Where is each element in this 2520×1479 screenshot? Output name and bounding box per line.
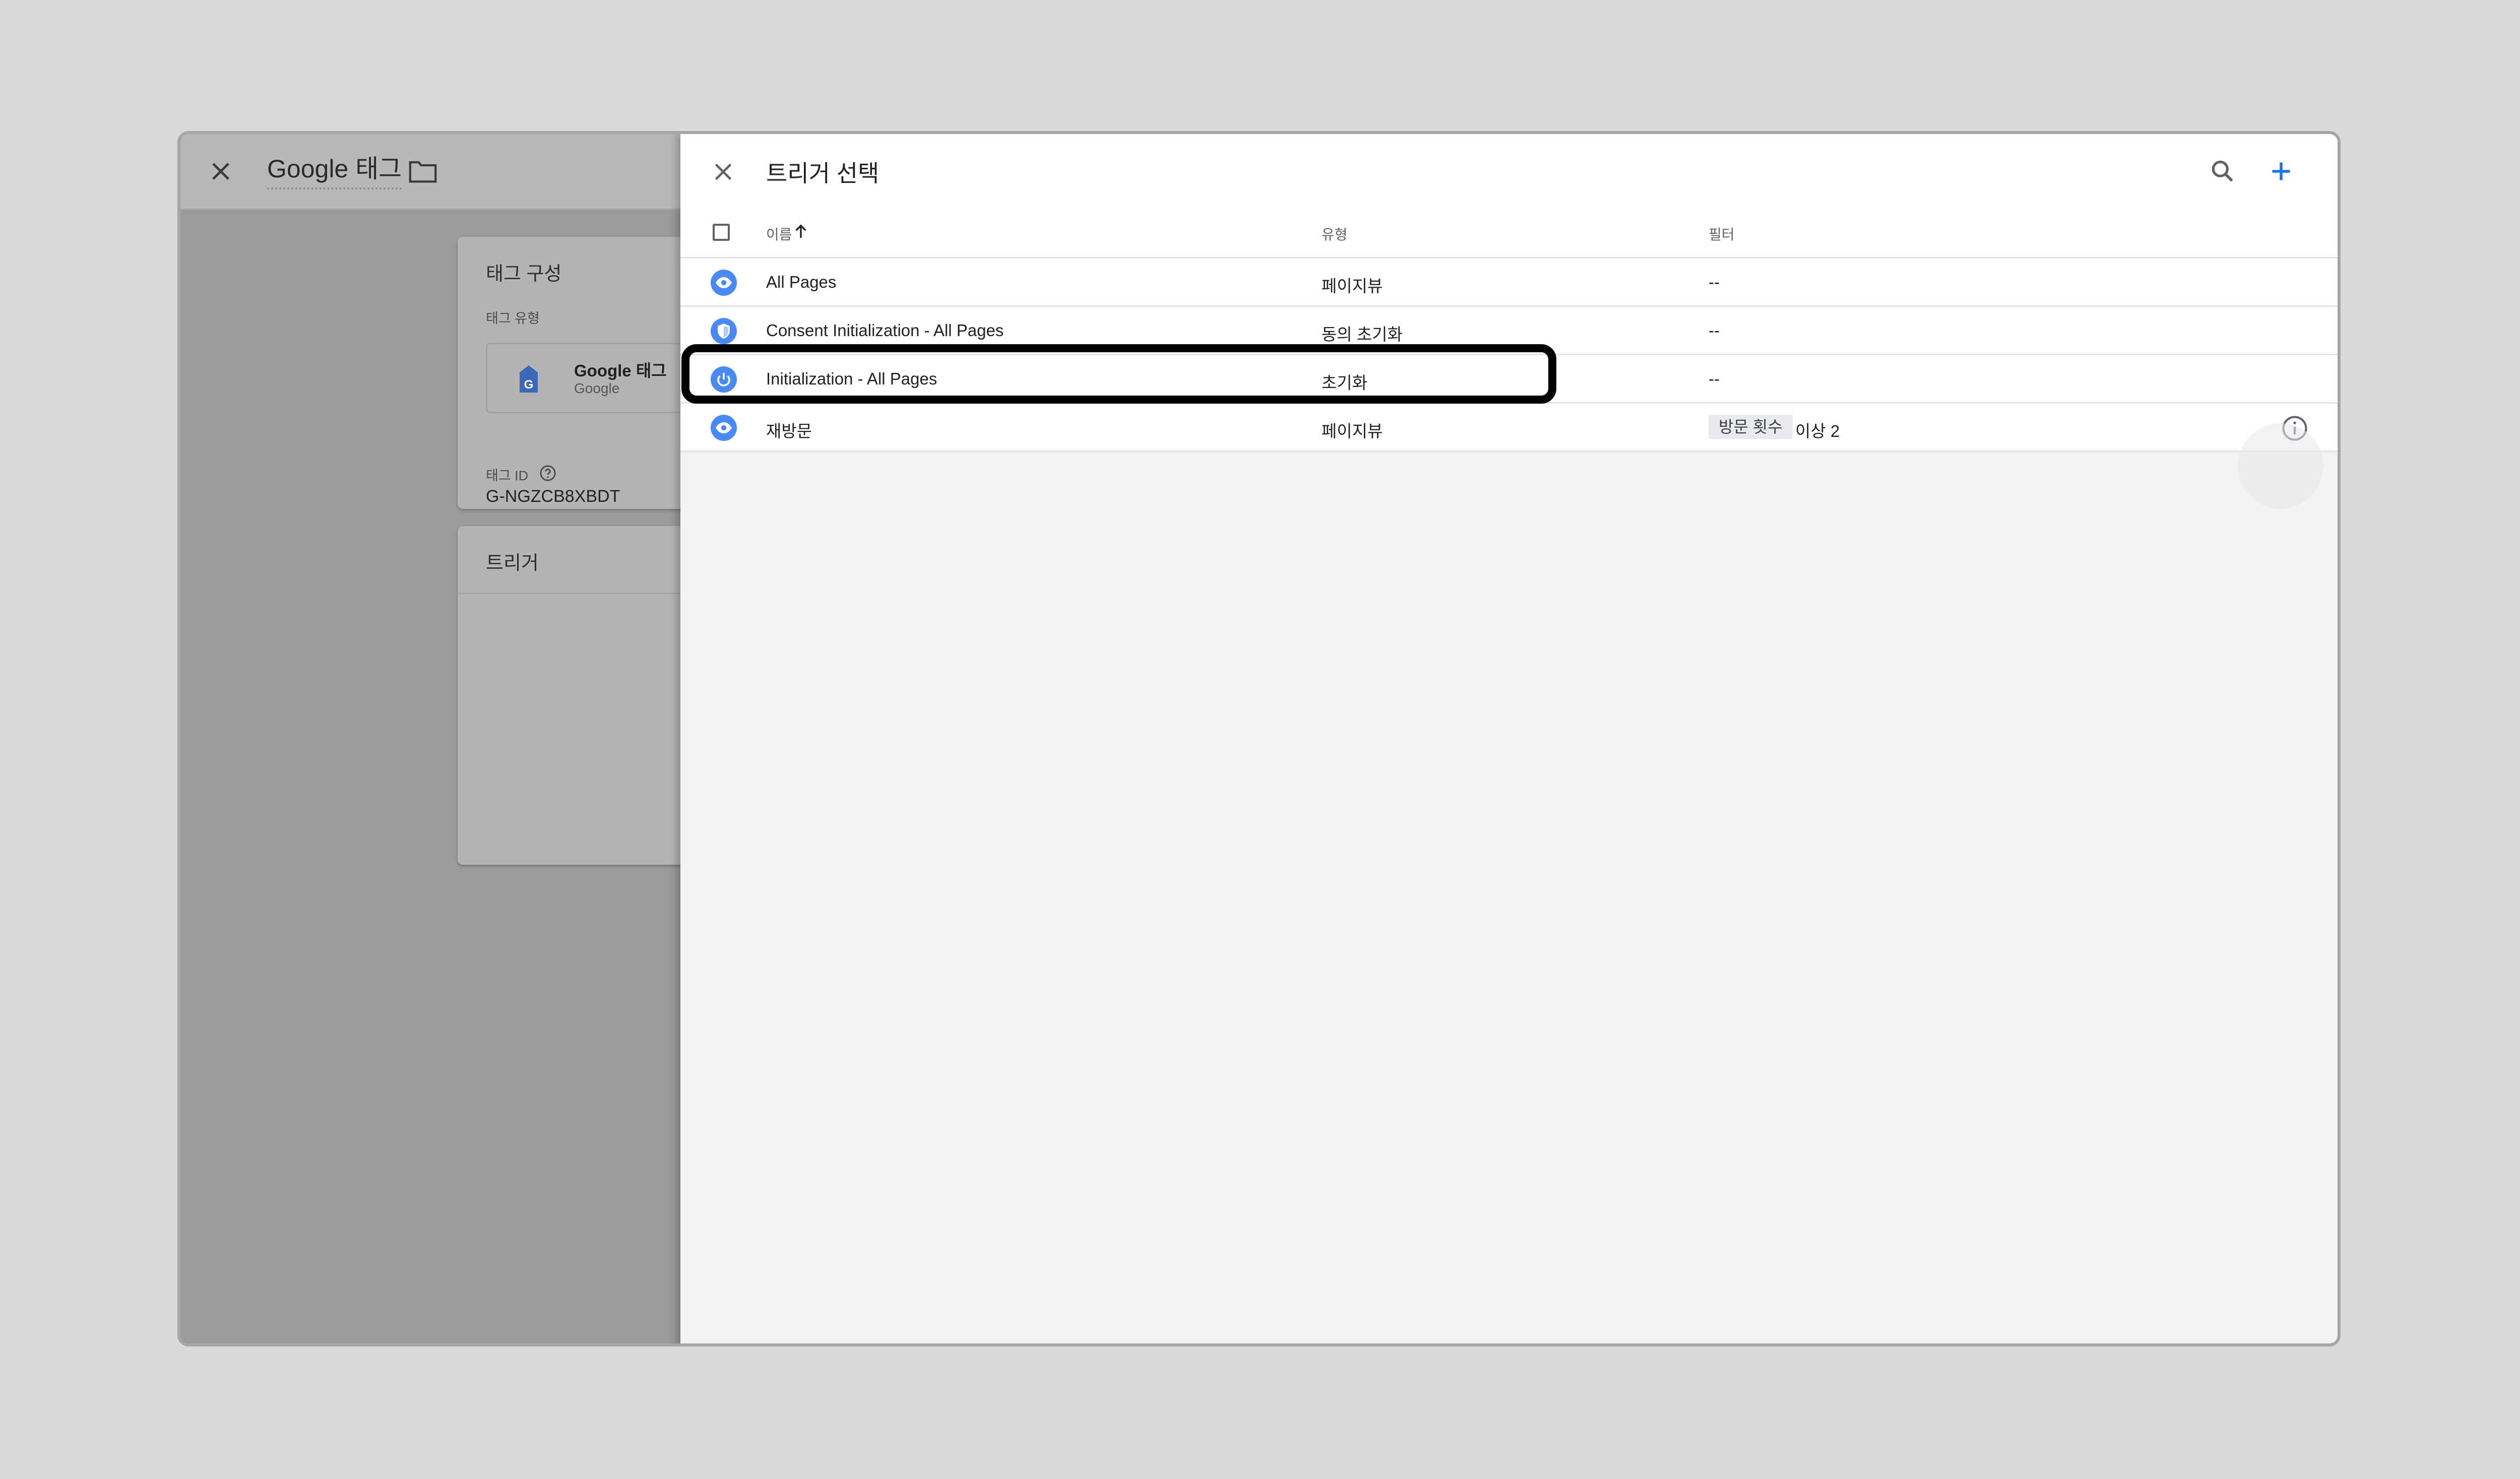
- close-icon[interactable]: [711, 159, 736, 184]
- trigger-selection-panel: 트리거 선택 이름 유형 필터 All Pages 페이지뷰 -- Consen…: [680, 134, 2338, 1343]
- tag-editor-header: Google 태그: [180, 134, 684, 210]
- trigger-name: 재방문: [766, 422, 812, 440]
- table-row[interactable]: Initialization - All Pages 초기화 --: [680, 355, 2338, 404]
- trigger-type: 페이지뷰: [1321, 277, 1383, 295]
- column-header-name[interactable]: 이름: [766, 224, 792, 244]
- column-header-type[interactable]: 유형: [1321, 224, 1348, 244]
- table-row[interactable]: All Pages 페이지뷰 --: [680, 259, 2338, 307]
- google-tag-icon: G: [518, 364, 540, 395]
- triggering-title: 트리거: [486, 553, 539, 574]
- svg-text:G: G: [524, 378, 534, 392]
- trigger-type: 페이지뷰: [1321, 422, 1383, 440]
- table-header: 이름 유형 필터: [680, 209, 2338, 259]
- trigger-filter: --: [1709, 273, 1720, 291]
- search-icon[interactable]: [2209, 157, 2237, 185]
- panel-header: 트리거 선택: [680, 134, 2338, 209]
- panel-title: 트리거 선택: [766, 160, 879, 186]
- add-icon[interactable]: [2266, 156, 2296, 186]
- tag-id-value: G-NGZCB8XBDT: [486, 487, 620, 506]
- trigger-type: 동의 초기화: [1321, 325, 1403, 344]
- trigger-filter: --: [1709, 321, 1720, 340]
- select-all-checkbox[interactable]: [713, 224, 730, 241]
- trigger-name: All Pages: [766, 273, 837, 291]
- trigger-name: Initialization - All Pages: [766, 369, 937, 388]
- tag-type-name: Google 태그: [574, 361, 667, 380]
- ripple-overlay: [2238, 423, 2323, 509]
- filter-value: 이상 2: [1795, 422, 1840, 440]
- trigger-name: Consent Initialization - All Pages: [766, 321, 1004, 340]
- tag-type-label: 태그 유형: [486, 311, 540, 326]
- filter-chip: 방문 횟수: [1709, 415, 1793, 439]
- trigger-type: 초기화: [1321, 373, 1368, 392]
- trigger-filter: --: [1709, 369, 1720, 388]
- folder-icon[interactable]: [408, 159, 437, 183]
- table-row[interactable]: Consent Initialization - All Pages 동의 초기…: [680, 307, 2338, 355]
- column-header-filter[interactable]: 필터: [1709, 224, 1735, 244]
- arrow-up-icon[interactable]: [793, 223, 808, 240]
- tag-configuration-title: 태그 구성: [486, 264, 562, 285]
- shield-icon: [711, 318, 737, 344]
- power-icon: [711, 366, 737, 393]
- eye-icon: [711, 270, 737, 296]
- tag-type-vendor: Google: [574, 380, 620, 396]
- gtm-window: Google 태그 태그 구성 태그 유형 G Google 태그 Google…: [177, 131, 2341, 1346]
- table-row[interactable]: 재방문 페이지뷰 방문 횟수 이상 2: [680, 404, 2338, 452]
- close-icon[interactable]: [208, 158, 234, 184]
- trigger-table: 이름 유형 필터 All Pages 페이지뷰 -- Consent Initi…: [680, 209, 2338, 452]
- tag-id-label: 태그 ID: [486, 468, 529, 483]
- eye-icon: [711, 415, 737, 441]
- help-icon[interactable]: [539, 465, 556, 482]
- tag-name-title[interactable]: Google 태그: [267, 153, 402, 189]
